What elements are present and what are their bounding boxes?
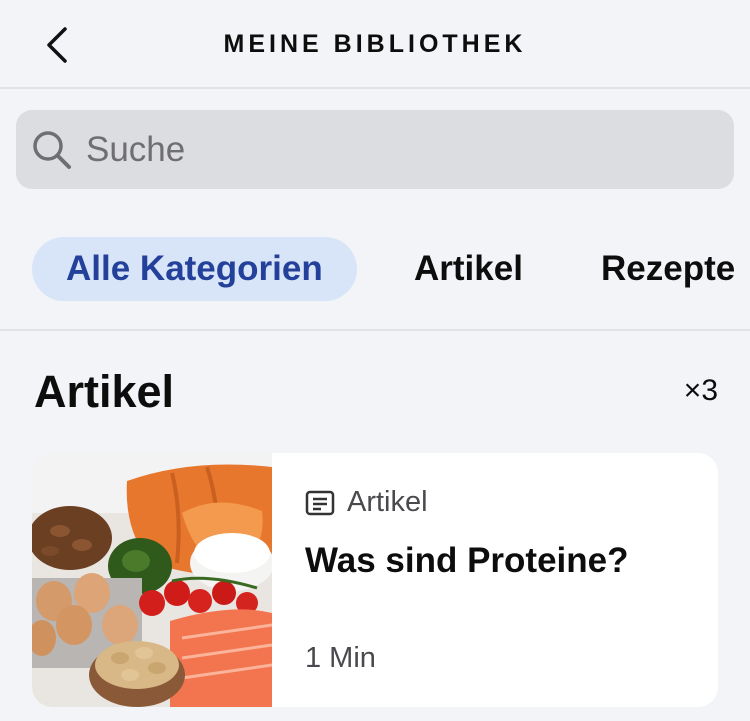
section-count[interactable]: × 3	[684, 374, 718, 408]
section-count-value: 3	[701, 374, 718, 407]
tab-artikel[interactable]: Artikel	[414, 237, 523, 301]
multiply-icon: ×	[683, 374, 702, 407]
section-title: Artikel	[34, 366, 175, 417]
search-input[interactable]	[84, 128, 708, 171]
top-bar: MEINE BIBLIOTHEK	[0, 0, 750, 89]
protein-foods-image	[32, 453, 272, 707]
card-duration: 1 Min	[305, 642, 376, 674]
divider	[0, 329, 750, 331]
article-icon	[305, 490, 335, 515]
search-icon	[33, 130, 71, 169]
page-title: MEINE BIBLIOTHEK	[223, 30, 527, 58]
tab-rezepte[interactable]: Rezepte	[601, 237, 735, 301]
search-bar[interactable]	[16, 110, 734, 189]
article-card[interactable]: Artikel Was sind Proteine? 1 Min	[32, 453, 718, 707]
category-tabs: Alle Kategorien Artikel Rezepte	[0, 237, 750, 301]
card-title: Was sind Proteine?	[305, 541, 629, 580]
card-type: Artikel	[305, 486, 428, 519]
card-type-label: Artikel	[347, 486, 428, 518]
tab-alle-kategorien[interactable]: Alle Kategorien	[32, 237, 357, 301]
